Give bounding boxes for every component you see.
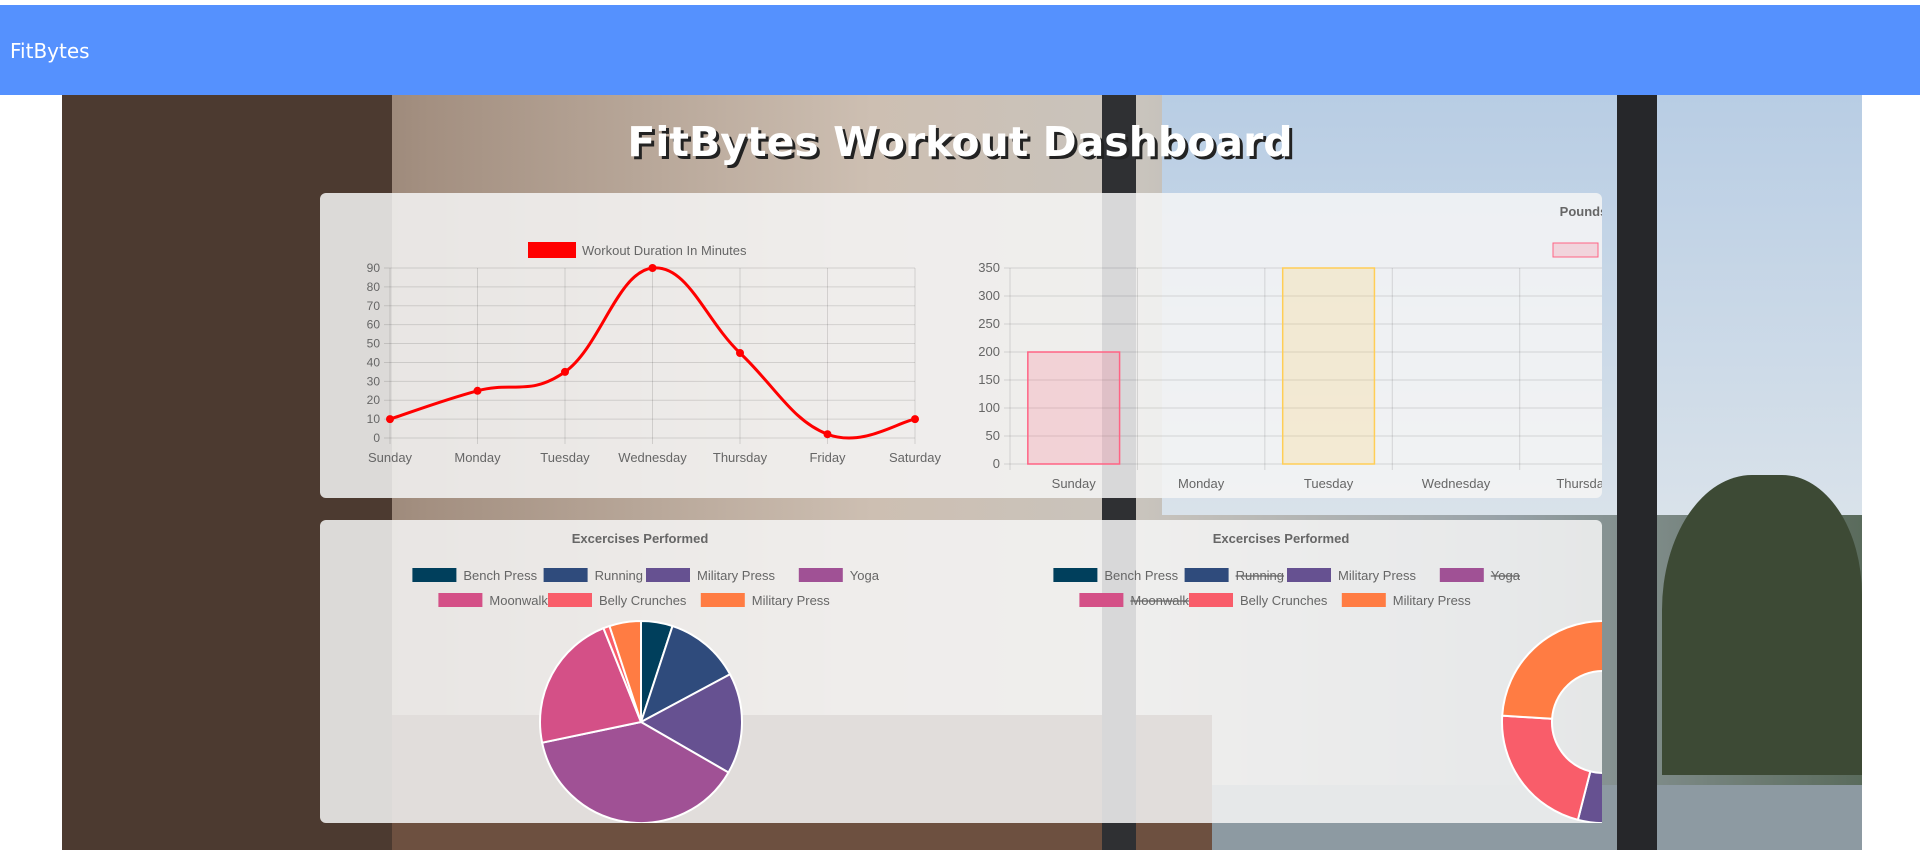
y-tick-label: 30 — [367, 374, 381, 388]
doughnut-segment — [1501, 714, 1592, 822]
x-tick-label: Sunday — [368, 450, 413, 465]
legend-swatch — [548, 593, 592, 607]
data-point — [561, 367, 569, 376]
background-pole — [1617, 95, 1657, 850]
y-tick-label: 40 — [367, 355, 381, 369]
y-tick-label: 200 — [978, 344, 1000, 359]
pounds-lifted-chart: Pounds LiftedPounds050100150200250300350… — [978, 204, 1602, 491]
legend-label: Belly Crunches — [1240, 593, 1328, 608]
legend-label: Bench Press — [463, 568, 537, 583]
x-tick-label: Wednesday — [618, 450, 687, 465]
legend-swatch-pounds — [1552, 242, 1599, 258]
legend-swatch — [1079, 593, 1124, 607]
legend-label: Moonwalk — [1130, 593, 1189, 608]
workout-duration-chart: Workout Duration In Minutes 0 10 20 30 40 50 60… — [367, 242, 942, 465]
legend-swatch — [700, 593, 745, 607]
legend-swatch — [1341, 593, 1386, 607]
exercises-pie-chart: Bench Press Running Military Press Yoga Moon… — [412, 531, 880, 823]
y-tick-label: 50 — [367, 337, 381, 351]
data-point — [473, 386, 482, 395]
y-tick-label: 100 — [978, 400, 1000, 415]
y-tick-label: 250 — [978, 316, 1000, 331]
chart-title: Excercises Performed — [572, 531, 709, 546]
bar — [1281, 267, 1376, 465]
legend-swatch — [1287, 568, 1331, 582]
legend-label: Military Press — [697, 568, 776, 583]
legend-swatch — [412, 568, 457, 582]
y-tick-label: 150 — [978, 372, 1000, 387]
y-tick-label: 300 — [978, 288, 1000, 303]
bar — [1027, 351, 1121, 465]
legend-label-workout: Workout Duration In Minutes — [582, 243, 747, 258]
y-tick-label: 50 — [986, 428, 1000, 443]
exercises-doughnut-chart: Bench Press Running Military Press Yoga Moon… — [1053, 531, 1602, 823]
data-point — [736, 349, 744, 357]
legend-swatch-workout — [528, 242, 576, 258]
x-tick-label: Tuesday — [540, 450, 590, 465]
chart-title: Pounds Lifted — [1560, 204, 1602, 219]
charts-panel-bottom: Bench Press Running Military Press Yoga Moon… — [320, 520, 1602, 823]
x-tick-label: Tuesday — [1304, 476, 1354, 491]
legend-swatch — [438, 593, 483, 607]
page-title: FitBytes Workout Dashboard — [627, 118, 1293, 166]
charts-panel-top: Workout Duration In Minutes 0 10 20 30 40 50 60… — [320, 193, 1602, 498]
legend-label: Military Press — [752, 593, 831, 608]
data-point — [386, 415, 394, 424]
y-tick-label: 0 — [373, 431, 380, 445]
doughnut-segment — [1501, 620, 1602, 720]
legend-label: Military Press — [1338, 568, 1417, 583]
x-tick-label: Wednesday — [1422, 476, 1491, 491]
data-point — [648, 264, 657, 272]
y-tick-label: 20 — [367, 393, 381, 407]
navbar-brand[interactable]: FitBytes — [10, 39, 90, 63]
y-tick-label: 350 — [978, 260, 1000, 275]
y-tick-label: 80 — [367, 280, 381, 294]
y-tick-label: 90 — [367, 261, 381, 275]
x-tick-label: Monday — [1178, 476, 1225, 491]
data-point — [823, 430, 832, 439]
navbar: FitBytes — [0, 5, 1920, 95]
x-tick-label: Monday — [454, 450, 501, 465]
legend-label: Running — [595, 568, 643, 583]
y-tick-label: 10 — [367, 412, 381, 426]
x-tick-label: Saturday — [889, 450, 942, 465]
legend-label: Yoga — [850, 568, 880, 583]
legend-swatch — [1184, 568, 1229, 582]
legend-swatch — [798, 568, 843, 582]
legend-swatch — [543, 568, 588, 582]
legend-label: Yoga — [1491, 568, 1521, 583]
legend-swatch — [1189, 593, 1233, 607]
legend-label: Bench Press — [1104, 568, 1178, 583]
legend-swatch — [646, 568, 690, 582]
x-tick-label: Sunday — [1052, 476, 1097, 491]
y-tick-label: 0 — [993, 456, 1000, 471]
legend-label: Running — [1236, 568, 1284, 583]
chart-title: Excercises Performed — [1213, 531, 1350, 546]
x-tick-label: Friday — [809, 450, 846, 465]
legend-label: Military Press — [1393, 593, 1472, 608]
data-point — [911, 415, 919, 424]
y-tick-label: 60 — [367, 318, 381, 332]
y-tick-label: 70 — [367, 299, 381, 313]
legend-label: Moonwalk — [489, 593, 548, 608]
legend-swatch — [1053, 568, 1098, 582]
legend-label: Belly Crunches — [599, 593, 687, 608]
x-tick-label: Thursday — [713, 450, 768, 465]
background-trees — [1662, 475, 1862, 775]
legend-swatch — [1439, 568, 1484, 582]
x-tick-label: Thursday — [1556, 476, 1602, 491]
